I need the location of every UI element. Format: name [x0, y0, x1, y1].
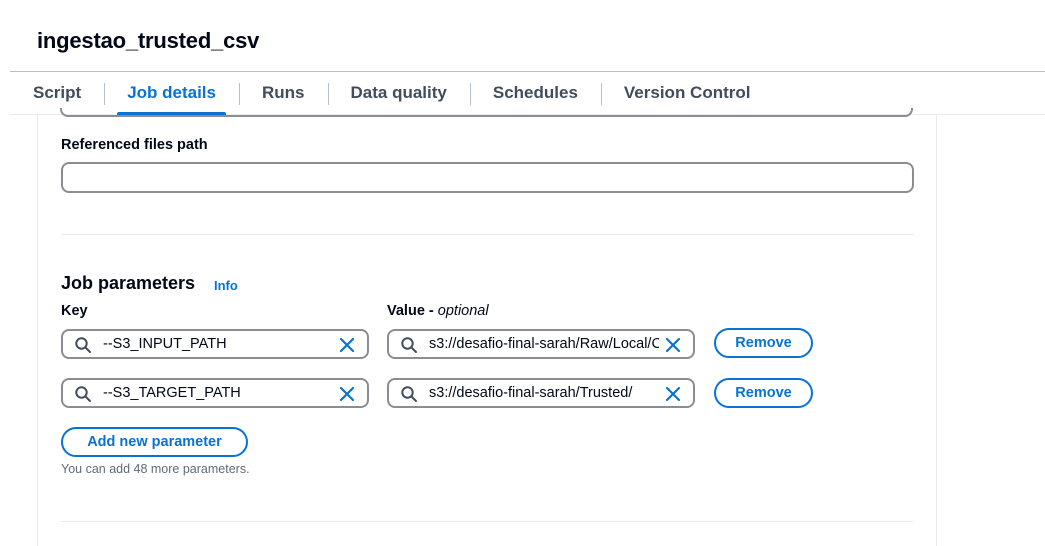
search-icon — [75, 337, 91, 353]
parameter-value-value: s3://desafio-final-sarah/Trusted/ — [429, 385, 633, 401]
parameter-key-value: --S3_INPUT_PATH — [103, 336, 227, 352]
section-divider — [61, 521, 914, 522]
parameter-value-value: s3://desafio-final-sarah/Raw/Local/CSV/ — [429, 336, 659, 352]
clear-icon[interactable] — [337, 335, 357, 355]
page-title: ingestao_trusted_csv — [37, 28, 260, 53]
job-parameters-title: Job parameters — [61, 273, 196, 293]
info-link[interactable]: Info — [214, 278, 238, 293]
referenced-files-label: Referenced files path — [61, 137, 208, 153]
clear-icon[interactable] — [663, 384, 683, 404]
remove-parameter-button[interactable]: Remove — [714, 378, 813, 408]
clear-icon[interactable] — [663, 335, 683, 355]
section-divider — [61, 234, 914, 235]
add-new-parameter-button[interactable]: Add new parameter — [61, 427, 248, 457]
key-column-label: Key — [61, 303, 88, 319]
parameter-value-input[interactable]: s3://desafio-final-sarah/Trusted/ — [387, 378, 695, 408]
search-icon — [401, 386, 417, 402]
parameters-help-text: You can add 48 more parameters. — [61, 462, 250, 476]
parameter-key-value: --S3_TARGET_PATH — [103, 385, 241, 401]
search-icon — [401, 337, 417, 353]
referenced-files-input[interactable] — [61, 162, 914, 193]
search-icon — [75, 386, 91, 402]
parameter-key-input[interactable]: --S3_INPUT_PATH — [61, 329, 369, 359]
parameter-value-input[interactable]: s3://desafio-final-sarah/Raw/Local/CSV/ — [387, 329, 695, 359]
value-column-label: Value - optional — [387, 303, 489, 319]
parameter-key-input[interactable]: --S3_TARGET_PATH — [61, 378, 369, 408]
remove-parameter-button[interactable]: Remove — [714, 328, 813, 358]
clear-icon[interactable] — [337, 384, 357, 404]
previous-field-edge — [60, 108, 913, 117]
